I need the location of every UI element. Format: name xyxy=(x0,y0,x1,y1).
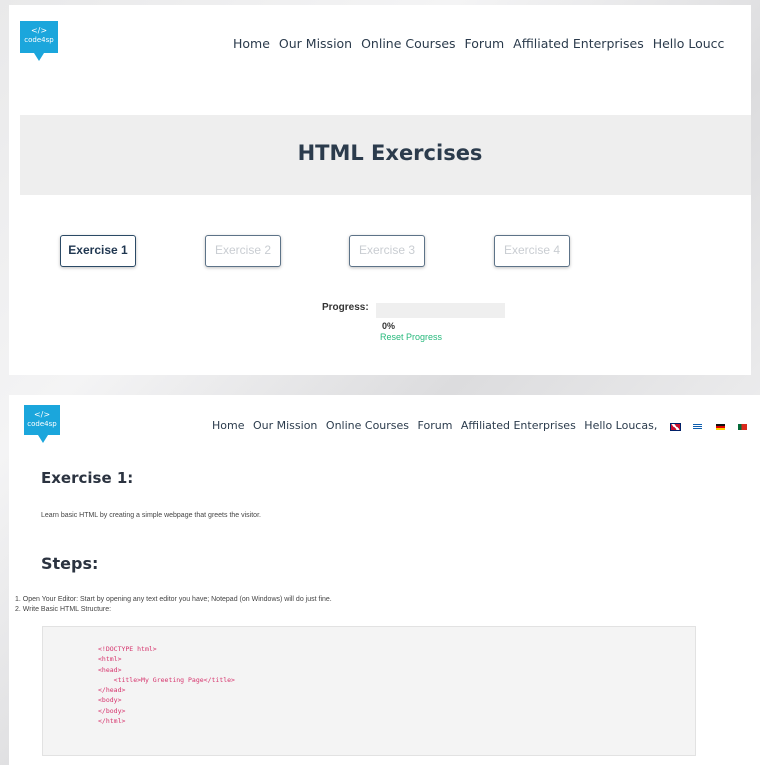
steps-list: 1. Open Your Editor: Start by opening an… xyxy=(15,595,332,615)
progress-bar xyxy=(376,303,505,318)
exercise-4-button[interactable]: Exercise 4 xyxy=(494,235,570,267)
page-banner: HTML Exercises xyxy=(20,115,751,195)
exercise-1-button[interactable]: Exercise 1 xyxy=(60,235,136,267)
brand-name: code4sp xyxy=(27,420,57,428)
exercise-description: Learn basic HTML by creating a simple we… xyxy=(41,512,261,519)
nav-our-mission[interactable]: Our Mission xyxy=(279,36,352,51)
steps-title: Steps: xyxy=(41,554,99,573)
nav-user-greeting[interactable]: Hello Loucc xyxy=(653,36,725,51)
exercise-title: Exercise 1: xyxy=(41,469,134,487)
greek-flag-icon[interactable] xyxy=(693,423,703,430)
page-title: HTML Exercises xyxy=(297,141,483,165)
progress-label: Progress: xyxy=(322,302,369,313)
code-icon: </> xyxy=(33,410,51,419)
code-example: <!DOCTYPE html> <html> <head> <title>My … xyxy=(42,626,696,756)
portugal-flag-icon[interactable] xyxy=(738,423,748,430)
exercise-2-button[interactable]: Exercise 2 xyxy=(205,235,281,267)
nav-affiliated-enterprises[interactable]: Affiliated Enterprises xyxy=(513,36,644,51)
step-item: 1. Open Your Editor: Start by opening an… xyxy=(15,596,332,603)
nav-online-courses[interactable]: Online Courses xyxy=(361,36,455,51)
nav-affiliated-enterprises[interactable]: Affiliated Enterprises xyxy=(461,419,576,432)
exercise-detail-panel: </> code4sp Home Our Mission Online Cour… xyxy=(9,395,760,765)
exercise-3-button[interactable]: Exercise 3 xyxy=(349,235,425,267)
step-item: 2. Write Basic HTML Structure: xyxy=(15,606,112,613)
code-block: <!DOCTYPE html> <html> <head> <title>My … xyxy=(98,645,235,726)
nav-forum[interactable]: Forum xyxy=(418,419,453,432)
nav-user-greeting[interactable]: Hello Loucas, xyxy=(584,419,657,432)
logo[interactable]: </> code4sp xyxy=(20,21,58,61)
code-icon: </> xyxy=(30,26,48,35)
exercises-panel: </> code4sp Home Our Mission Online Cour… xyxy=(9,5,751,375)
progress-value: 0% xyxy=(382,321,396,331)
nav-online-courses[interactable]: Online Courses xyxy=(326,419,409,432)
nav-home[interactable]: Home xyxy=(212,419,244,432)
nav-our-mission[interactable]: Our Mission xyxy=(253,419,317,432)
language-selector xyxy=(666,420,753,433)
main-nav: Home Our Mission Online Courses Forum Af… xyxy=(233,36,729,51)
uk-flag-icon[interactable] xyxy=(669,422,681,431)
reset-progress-link[interactable]: Reset Progress xyxy=(380,332,442,342)
nav-forum[interactable]: Forum xyxy=(465,36,505,51)
main-nav: Home Our Mission Online Courses Forum Af… xyxy=(212,419,757,433)
nav-home[interactable]: Home xyxy=(233,36,270,51)
logo[interactable]: </> code4sp xyxy=(24,405,60,443)
brand-name: code4sp xyxy=(24,36,54,44)
german-flag-icon[interactable] xyxy=(715,423,725,430)
